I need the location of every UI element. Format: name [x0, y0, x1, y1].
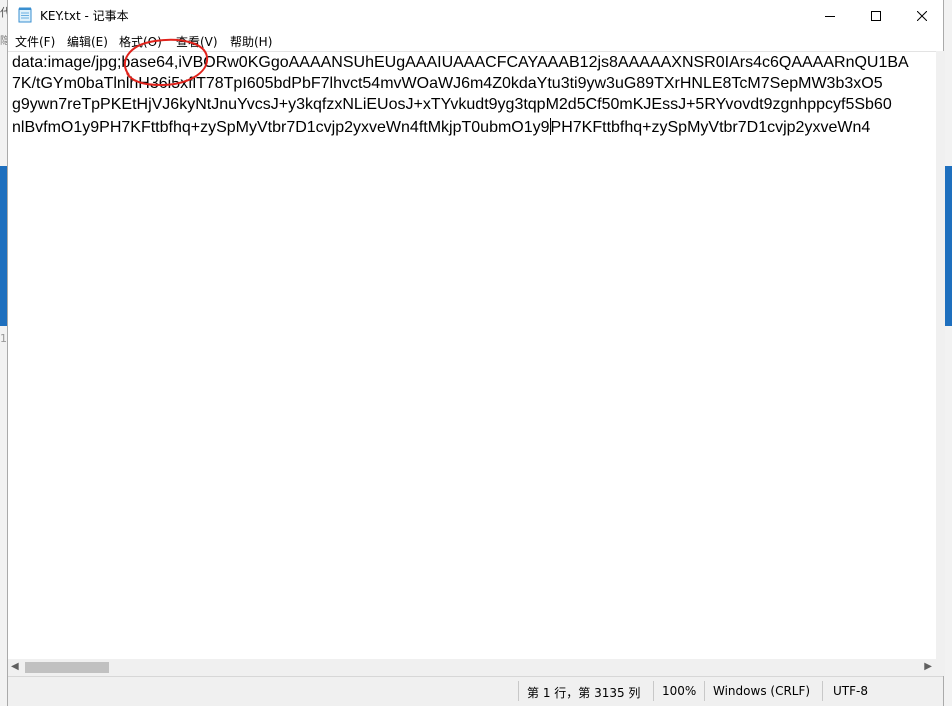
text-encoding: UTF-8: [833, 684, 868, 698]
horizontal-scrollbar[interactable]: ◀ ▶: [8, 659, 936, 676]
status-bar: 第 1 行，第 3135 列 100% Windows (CRLF) UTF-8: [8, 676, 943, 706]
scrollbar-corner: [936, 659, 945, 676]
text-line: nlBvfmO1y9PH7KFttbfhq+zySpMyVtbr7D1cvjp2…: [12, 118, 870, 137]
text-before-caret: nlBvfmO1y9PH7KFttbfhq+zySpMyVtbr7D1cvjp2…: [12, 119, 550, 136]
line-ending: Windows (CRLF): [713, 684, 811, 698]
close-icon: [917, 10, 927, 21]
menu-file[interactable]: 文件(F): [15, 33, 55, 50]
window-title: KEY.txt - 记事本: [40, 9, 129, 23]
maximize-button[interactable]: [853, 0, 899, 31]
horizontal-scroll-thumb[interactable]: [25, 662, 109, 673]
status-divider: [822, 681, 823, 701]
zoom-level: 100%: [662, 684, 697, 698]
menu-help[interactable]: 帮助(H): [230, 33, 272, 50]
scroll-left-arrow-icon[interactable]: ◀: [11, 661, 19, 672]
status-divider: [704, 681, 705, 701]
text-editor[interactable]: data:image/jpg;base64,iVBORw0KGgoAAAANSU…: [8, 51, 936, 660]
notepad-window: KEY.txt - 记事本 文件(F) 编辑(E) 格式(O) 查看(V) 帮助…: [7, 0, 945, 706]
title-bar[interactable]: KEY.txt - 记事本: [8, 0, 943, 31]
minimize-icon: [825, 15, 835, 17]
text-line: g9ywn7reTpPKEtHjVJ6kyNtJnuYvcsJ+y3kqfzxN…: [12, 96, 892, 113]
status-divider: [518, 681, 519, 701]
scroll-right-arrow-icon[interactable]: ▶: [924, 661, 932, 672]
menu-edit[interactable]: 编辑(E): [67, 33, 108, 50]
maximize-icon: [871, 10, 881, 21]
notepad-icon: [18, 7, 32, 23]
status-divider: [653, 681, 654, 701]
background-glyph: 1: [0, 332, 7, 345]
text-after-caret: PH7KFttbfhq+zySpMyVtbr7D1cvjp2yxveWn4: [550, 119, 871, 136]
screen: 代 隐 1 KEY.txt - 记事本 文件(F) 编辑(E) 格式(O) 查看…: [0, 0, 952, 706]
cursor-position: 第 1 行，第 3135 列: [527, 686, 641, 700]
vertical-scrollbar[interactable]: [936, 51, 945, 659]
red-circle-annotation: [123, 38, 209, 87]
close-button[interactable]: [899, 0, 945, 31]
minimize-button[interactable]: [807, 0, 853, 31]
